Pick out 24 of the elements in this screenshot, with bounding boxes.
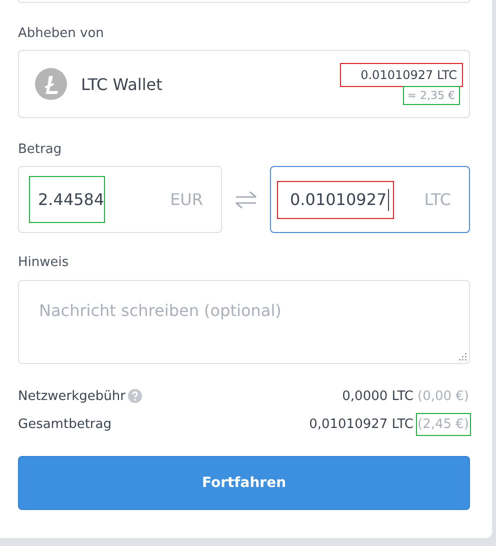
- crypto-amount: 0,0000 LTC: [342, 388, 414, 404]
- summary-label: Gesamtbetrag: [18, 416, 112, 432]
- note-field[interactable]: Nachricht schreiben (optional): [18, 280, 470, 364]
- fiat-amount: (2,45 €): [416, 414, 470, 434]
- field-label: Abheben von: [18, 26, 105, 43]
- currency-label: LTC: [424, 190, 451, 209]
- summary-label: Netzwerkgebühr: [18, 388, 126, 404]
- wallet-balance: 0.01010927 LTC: [340, 64, 462, 86]
- amount-field[interactable]: 0.01010927 LTC: [270, 166, 470, 233]
- crypto-amount: 0,01010927 LTC: [309, 416, 414, 432]
- wallet-selector[interactable]: LTC Wallet 0.01010927 LTC ≈ 2,35 €: [18, 50, 470, 118]
- amount-value: 0.01010927: [278, 182, 393, 218]
- amount-field[interactable]: 2.44584 EUR: [18, 166, 222, 233]
- litecoin-icon: [35, 68, 67, 100]
- wallet-name: LTC Wallet: [81, 74, 162, 94]
- swap-icon[interactable]: [235, 190, 257, 208]
- field-label: Betrag: [18, 142, 63, 159]
- currency-label: EUR: [170, 190, 203, 209]
- amount-value: 2.44584: [30, 177, 104, 222]
- resize-grip-icon[interactable]: [459, 353, 467, 361]
- fiat-amount: (0,00 €): [416, 388, 470, 406]
- fiat-balance: ≈ 2,35 €: [404, 87, 459, 104]
- field-label: Hinweis: [18, 255, 70, 272]
- help-icon[interactable]: [128, 389, 142, 403]
